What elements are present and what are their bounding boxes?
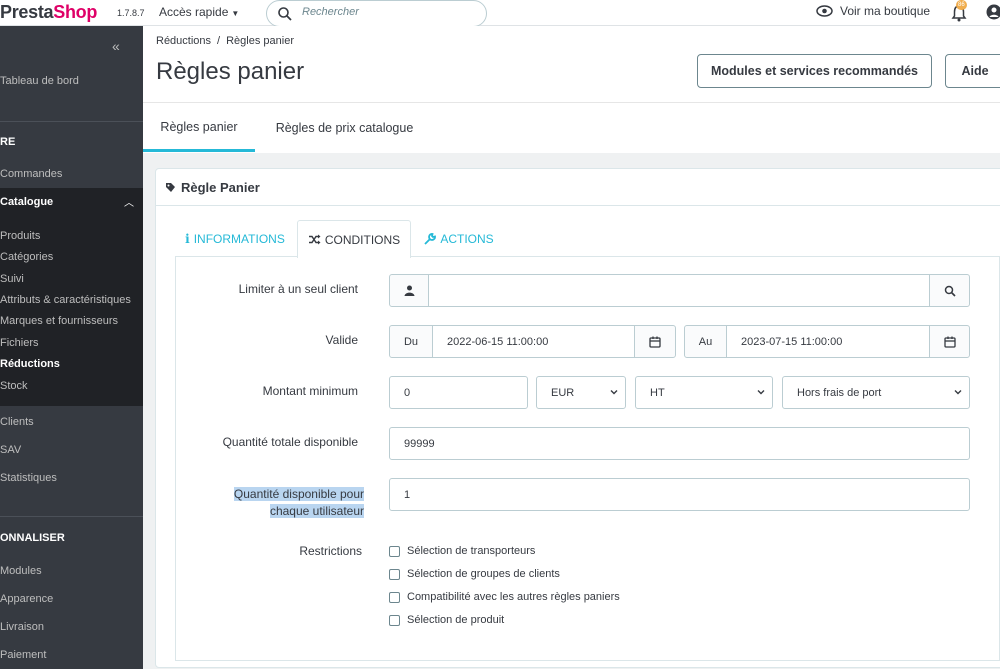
sidebar-item-stats[interactable]: Statistiques xyxy=(0,472,57,484)
sidebar-item-modules[interactable]: Modules xyxy=(0,565,42,577)
limit-client-input[interactable] xyxy=(428,274,930,307)
page-title: Règles panier xyxy=(156,58,305,85)
chevron-down-icon xyxy=(610,390,618,395)
tab-informations[interactable]: i INFORMATIONS xyxy=(180,221,290,257)
to-addon: Au xyxy=(684,325,727,358)
sidebar-item-orders[interactable]: Commandes xyxy=(0,168,62,180)
sidebar-section-sell: RE xyxy=(0,136,16,148)
sidebar: « Tableau de bord RE Commandes Catalogue… xyxy=(0,26,143,669)
version-label: 1.7.8.7 xyxy=(117,8,145,18)
breadcrumb: Réductions / Règles panier xyxy=(156,35,294,47)
limit-client-label: Limiter à un seul client xyxy=(238,282,358,296)
total-quantity-input[interactable]: 99999 xyxy=(389,427,970,460)
date-from-calendar-button[interactable] xyxy=(634,325,676,358)
sidebar-section-customize: ONNALISER xyxy=(0,532,65,544)
restriction-compatibility[interactable]: Compatibilité avec les autres règles pan… xyxy=(389,591,620,603)
sidebar-subitem-categories[interactable]: Catégories xyxy=(0,251,53,263)
restriction-products[interactable]: Sélection de produit xyxy=(389,614,504,626)
from-addon: Du xyxy=(389,325,433,358)
restrictions-label: Restrictions xyxy=(299,544,362,558)
tab-actions[interactable]: ACTIONS xyxy=(420,221,498,257)
info-icon: i xyxy=(185,232,190,246)
per-user-quantity-input[interactable]: 1 xyxy=(389,478,970,511)
breadcrumb-current: Règles panier xyxy=(226,35,294,47)
caret-down-icon: ▼ xyxy=(231,9,240,18)
checkbox[interactable] xyxy=(389,591,400,603)
tab-conditions[interactable]: CONDITIONS xyxy=(297,220,411,258)
sidebar-subitem-discounts[interactable]: Réductions xyxy=(0,358,60,370)
sidebar-item-customers[interactable]: Clients xyxy=(0,416,34,428)
sidebar-subitem-products[interactable]: Produits xyxy=(0,230,40,242)
tax-select[interactable]: HT xyxy=(635,376,773,409)
tab-catalog-price-rules[interactable]: Règles de prix catalogue xyxy=(262,104,427,152)
min-amount-input[interactable]: 0 xyxy=(389,376,528,409)
notification-badge: 86 xyxy=(956,0,967,10)
sidebar-item-catalogue[interactable]: Catalogue xyxy=(0,196,53,208)
user-icon[interactable] xyxy=(986,4,1000,20)
sidebar-divider xyxy=(0,516,143,517)
shipping-select[interactable]: Hors frais de port xyxy=(782,376,970,409)
header-divider xyxy=(143,102,1000,103)
min-amount-label: Montant minimum xyxy=(262,384,358,398)
sidebar-item-payment[interactable]: Paiement xyxy=(0,649,46,661)
tab-cart-rules[interactable]: Règles panier xyxy=(143,104,255,152)
calendar-icon xyxy=(649,336,661,348)
eye-icon xyxy=(816,5,833,17)
view-shop-link[interactable]: Voir ma boutique xyxy=(816,4,930,18)
calendar-icon xyxy=(943,336,956,348)
restriction-carriers[interactable]: Sélection de transporteurs xyxy=(389,545,535,557)
panel-heading xyxy=(155,168,1000,206)
chevron-down-icon xyxy=(954,390,962,395)
search-icon xyxy=(944,285,956,297)
sidebar-subitem-files[interactable]: Fichiers xyxy=(0,337,39,349)
chevron-down-icon xyxy=(757,390,765,395)
restriction-customer-groups[interactable]: Sélection de groupes de clients xyxy=(389,568,560,580)
top-bar: PrestaShop 1.7.8.7 Accès rapide▼ Voir ma… xyxy=(0,0,1000,27)
date-to-input[interactable]: 2023-07-15 11:00:00 xyxy=(726,325,930,358)
per-user-quantity-label: Quantité disponible pour chaque utilisat… xyxy=(233,487,364,518)
sidebar-item-dashboard[interactable]: Tableau de bord xyxy=(0,75,79,87)
search-box[interactable] xyxy=(266,0,487,27)
checkbox[interactable] xyxy=(389,614,400,626)
sidebar-item-shipping[interactable]: Livraison xyxy=(0,621,44,633)
total-quantity-label: Quantité totale disponible xyxy=(222,435,358,449)
sidebar-item-appearance[interactable]: Apparence xyxy=(0,593,53,605)
checkbox[interactable] xyxy=(389,568,400,580)
help-button[interactable]: Aide xyxy=(945,54,1000,88)
user-icon xyxy=(404,285,414,296)
quick-access-dropdown[interactable]: Accès rapide ▼ xyxy=(159,5,239,19)
sidebar-subitem-brands[interactable]: Marques et fournisseurs xyxy=(0,315,118,327)
search-icon xyxy=(278,7,292,21)
sidebar-subitem-tracking[interactable]: Suivi xyxy=(0,273,24,285)
recommended-modules-button[interactable]: Modules et services recommandés xyxy=(697,54,932,88)
sidebar-item-sav[interactable]: SAV xyxy=(0,444,21,456)
chevron-up-icon[interactable]: ︿ xyxy=(124,194,134,209)
checkbox[interactable] xyxy=(389,545,400,557)
sidebar-subitem-stock[interactable]: Stock xyxy=(0,380,28,392)
breadcrumb-parent[interactable]: Réductions xyxy=(156,35,211,47)
sidebar-subitem-attributes[interactable]: Attributs & caractéristiques xyxy=(0,294,131,306)
wrench-icon xyxy=(424,233,437,245)
search-input[interactable] xyxy=(302,6,472,18)
date-to-calendar-button[interactable] xyxy=(929,325,970,358)
shuffle-icon xyxy=(308,234,321,245)
tag-icon xyxy=(166,183,175,192)
sidebar-divider xyxy=(0,121,143,122)
panel-title: Règle Panier xyxy=(165,180,260,195)
user-addon xyxy=(389,274,429,307)
collapse-sidebar-icon[interactable]: « xyxy=(112,38,120,54)
currency-select[interactable]: EUR xyxy=(536,376,626,409)
date-from-input[interactable]: 2022-06-15 11:00:00 xyxy=(432,325,635,358)
prestashop-logo[interactable]: PrestaShop xyxy=(0,2,97,23)
valid-label: Valide xyxy=(325,333,358,347)
search-client-button[interactable] xyxy=(929,274,970,307)
